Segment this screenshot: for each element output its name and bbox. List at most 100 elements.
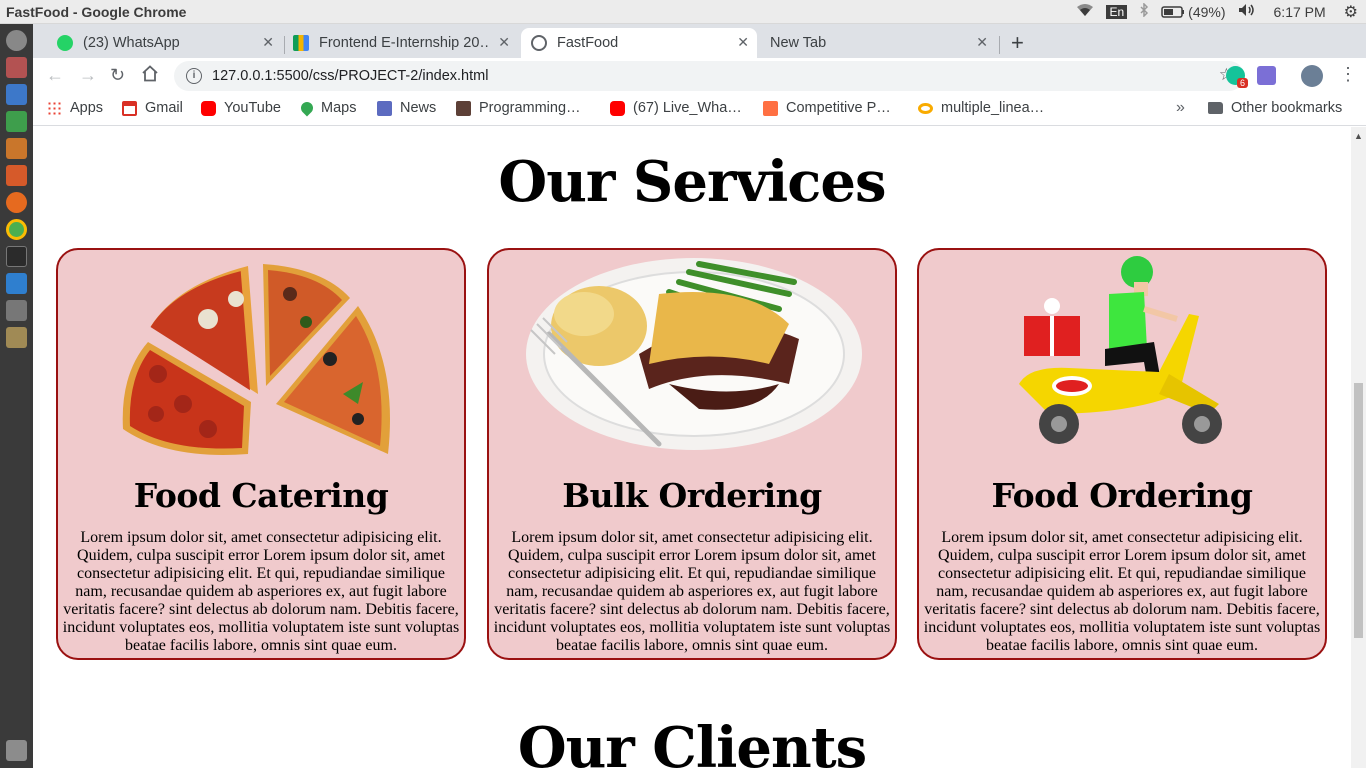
clock[interactable]: 6:17 PM xyxy=(1274,4,1326,20)
launcher-trash-icon[interactable] xyxy=(6,740,27,761)
launcher-impress-icon[interactable] xyxy=(6,138,27,159)
bookmark-programming[interactable]: Programming… xyxy=(456,100,581,116)
bookmark-label: Other bookmarks xyxy=(1231,100,1343,116)
tab-frontend-internship[interactable]: Frontend E-Internship 20… ✕ xyxy=(283,28,518,58)
address-bar[interactable]: i 127.0.0.1:5500/css/PROJECT-2/index.htm… xyxy=(174,61,1244,91)
extension-icon[interactable] xyxy=(1257,66,1276,85)
card-description: Lorem ipsum dolor sit, amet consectetur … xyxy=(62,529,460,654)
settings-gear-icon[interactable]: ⚙ xyxy=(1344,2,1358,22)
card-description: Lorem ipsum dolor sit, amet consectetur … xyxy=(493,529,891,654)
service-card-bulk-ordering: Bulk Ordering Lorem ipsum dolor sit, ame… xyxy=(487,248,897,660)
wifi-icon[interactable] xyxy=(1076,3,1094,20)
bookmark-apps[interactable]: Apps xyxy=(47,100,103,116)
apps-grid-icon xyxy=(47,100,62,116)
maps-pin-icon xyxy=(298,99,316,117)
page-viewport: Our Services Food Catering Lorem ipsum d… xyxy=(33,127,1351,768)
reload-icon[interactable]: ↻ xyxy=(110,65,125,86)
ubuntu-launcher xyxy=(0,24,33,768)
pizza-slices-image xyxy=(58,254,464,456)
home-icon[interactable] xyxy=(141,65,159,87)
site-info-icon[interactable]: i xyxy=(186,68,202,84)
launcher-calc-icon[interactable] xyxy=(6,111,27,132)
bookmark-label: Competitive P… xyxy=(786,100,891,116)
scroll-up-arrow-icon[interactable]: ▲ xyxy=(1354,131,1363,141)
close-tab-icon[interactable]: ✕ xyxy=(976,34,988,51)
youtube-icon xyxy=(201,100,216,116)
url-text: 127.0.0.1:5500/css/PROJECT-2/index.html xyxy=(212,68,489,84)
clients-heading: Our Clients xyxy=(517,715,867,768)
bookmark-maps[interactable]: Maps xyxy=(298,99,357,117)
tab-label: New Tab xyxy=(770,35,827,51)
bookmark-label: (67) Live_Wha… xyxy=(633,100,742,116)
delivery-scooter-image xyxy=(919,254,1325,456)
bookmark-live-whatsapp[interactable]: (67) Live_Wha… xyxy=(610,100,742,116)
launcher-archive-icon[interactable] xyxy=(6,327,27,348)
launcher-vscode-icon[interactable] xyxy=(6,273,27,294)
launcher-files-icon[interactable] xyxy=(6,57,27,78)
competitive-icon xyxy=(763,100,778,116)
volume-icon[interactable] xyxy=(1238,3,1256,20)
bluetooth-icon[interactable] xyxy=(1139,2,1149,20)
bookmark-competitive[interactable]: Competitive P… xyxy=(763,100,891,116)
service-card-food-catering: Food Catering Lorem ipsum dolor sit, ame… xyxy=(56,248,466,660)
close-tab-icon[interactable]: ✕ xyxy=(498,34,510,51)
bookmark-youtube[interactable]: YouTube xyxy=(201,100,281,116)
launcher-dash-icon[interactable] xyxy=(6,30,27,51)
launcher-firefox-icon[interactable] xyxy=(6,192,27,213)
tab-fastfood[interactable]: FastFood ✕ xyxy=(521,28,757,58)
close-tab-icon[interactable]: ✕ xyxy=(737,34,749,51)
colab-icon xyxy=(918,102,933,114)
bookmark-label: Programming… xyxy=(479,100,581,116)
bookmark-multiple-linear[interactable]: multiple_linea… xyxy=(918,100,1044,116)
launcher-writer-icon[interactable] xyxy=(6,84,27,105)
bookmark-label: multiple_linea… xyxy=(941,100,1045,116)
page-scrollbar[interactable]: ▲ xyxy=(1351,127,1366,768)
keyboard-layout-indicator[interactable]: En xyxy=(1106,4,1128,19)
os-top-bar: FastFood - Google Chrome En (49%) 6:17 P… xyxy=(0,0,1366,24)
system-tray: En (49%) 6:17 PM ⚙ xyxy=(1076,2,1366,22)
more-bookmarks-chevron-icon[interactable]: » xyxy=(1176,99,1185,117)
back-arrow-icon[interactable]: ← xyxy=(46,65,64,86)
launcher-software-icon[interactable] xyxy=(6,165,27,186)
services-heading: Our Services xyxy=(498,149,886,215)
launcher-settings-icon[interactable] xyxy=(6,300,27,321)
folder-icon xyxy=(1208,102,1223,114)
card-title: Bulk Ordering xyxy=(562,476,822,515)
battery-percent: (49%) xyxy=(1188,3,1226,20)
tab-whatsapp[interactable]: (23) WhatsApp ✕ xyxy=(47,28,282,58)
tab-separator xyxy=(999,36,1000,54)
menu-kebab-icon[interactable]: ⋮ xyxy=(1339,64,1357,85)
extension-badge: 6 xyxy=(1237,78,1249,88)
programming-icon xyxy=(456,100,471,116)
gmail-icon xyxy=(122,100,137,116)
launcher-chrome-icon[interactable] xyxy=(6,219,27,240)
scrollbar-thumb[interactable] xyxy=(1354,383,1363,638)
card-title: Food Catering xyxy=(133,476,389,515)
window-title: FastFood - Google Chrome xyxy=(6,3,187,20)
card-title: Food Ordering xyxy=(991,476,1253,515)
bookmark-news[interactable]: News xyxy=(377,100,436,116)
bookmark-other-bookmarks[interactable]: Other bookmarks xyxy=(1208,100,1342,116)
forward-arrow-icon[interactable]: → xyxy=(79,65,97,86)
battery-indicator[interactable]: (49%) xyxy=(1161,3,1226,20)
tab-label: FastFood xyxy=(557,35,619,51)
meal-plate-image xyxy=(489,254,895,456)
browser-toolbar: ← → ↻ i 127.0.0.1:5500/css/PROJECT-2/ind… xyxy=(33,58,1366,94)
tab-label: Frontend E-Internship 20… xyxy=(319,35,489,51)
news-icon xyxy=(377,100,392,116)
new-tab-plus-icon[interactable]: + xyxy=(1011,30,1024,56)
google-drive-icon xyxy=(293,35,309,51)
bookmark-label: Maps xyxy=(321,100,357,116)
tab-new-tab[interactable]: New Tab ✕ xyxy=(760,28,996,58)
card-description: Lorem ipsum dolor sit, amet consectetur … xyxy=(923,529,1321,654)
bookmark-gmail[interactable]: Gmail xyxy=(122,100,183,116)
bookmarks-bar: Apps Gmail YouTube Maps News Programming… xyxy=(33,94,1366,126)
bookmark-label: YouTube xyxy=(224,100,281,116)
whatsapp-icon xyxy=(57,35,73,51)
profile-avatar[interactable] xyxy=(1301,65,1323,87)
launcher-terminal-icon[interactable] xyxy=(6,246,27,267)
tab-strip: (23) WhatsApp ✕ Frontend E-Internship 20… xyxy=(33,24,1366,58)
bookmark-label: News xyxy=(400,100,437,116)
close-tab-icon[interactable]: ✕ xyxy=(262,34,274,51)
tab-label: (23) WhatsApp xyxy=(83,35,180,51)
